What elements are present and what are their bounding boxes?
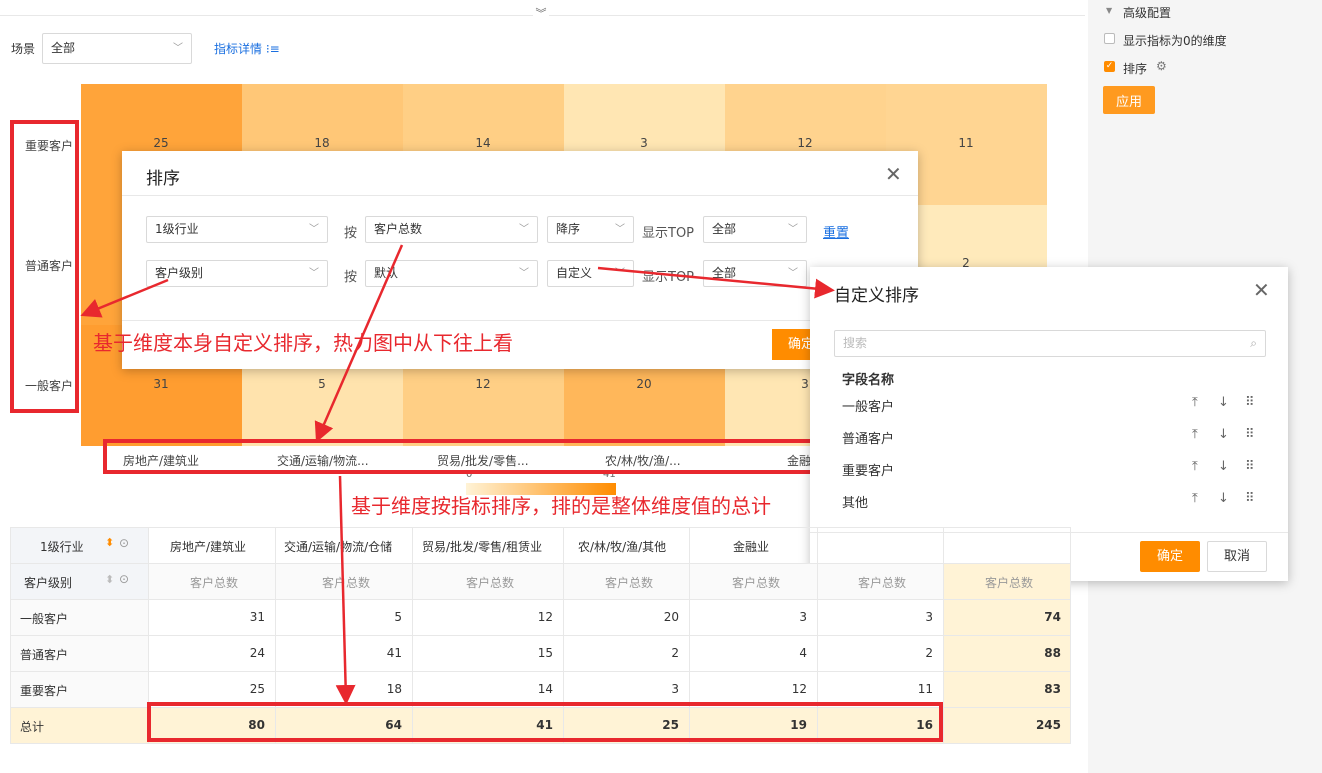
arrow-1: [80, 278, 169, 318]
annotation-arrows: [80, 244, 835, 705]
arrow-3: [597, 266, 835, 299]
arrow-2: [314, 244, 404, 443]
arrow-4: [335, 475, 356, 705]
